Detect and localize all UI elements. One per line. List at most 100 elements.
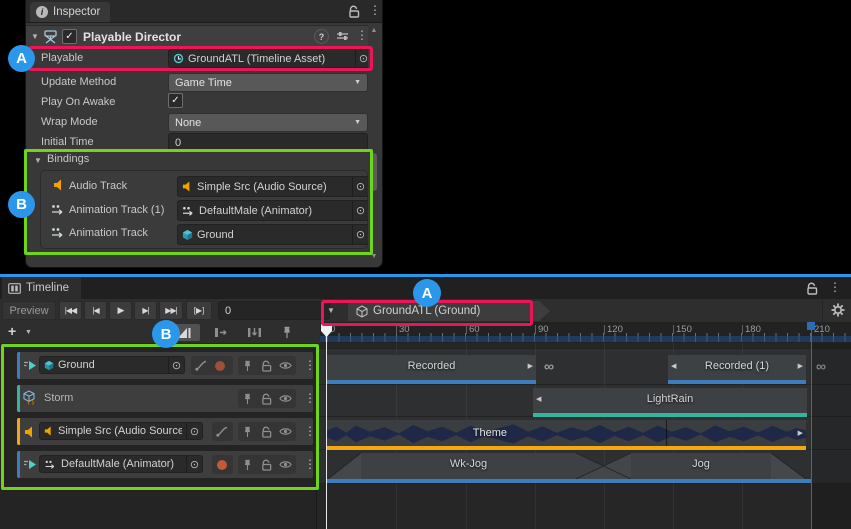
ease-in-ramp[interactable] [328,453,361,479]
screenshot-root: i Inspector ⋮ ▼ ✓ Playable Director ? ⋮ [0,0,851,529]
ripple-mode-icon [214,327,229,338]
frame-value: 0 [225,305,231,317]
ruler-label: 210 [814,324,830,335]
clip-type-color [327,446,806,450]
clip-label: Recorded (1) [668,360,806,372]
clip-label: Recorded [327,360,536,372]
lock-icon[interactable] [348,5,360,18]
ease-out-ramp[interactable] [771,453,806,479]
pin-icon [282,326,292,339]
inspector-tab-bar: i Inspector ⋮ [26,0,382,23]
component-kebab-icon[interactable]: ⋮ [356,29,368,41]
ruler-tick [535,325,536,334]
ruler-label: 150 [676,324,692,335]
timeline-window: Timeline ⋮ Preview |◀◀ |◀ ▶ ▶| ▶▶| [▶] 0… [0,274,851,529]
ruler-tick [396,325,397,334]
replace-mode-button[interactable] [240,324,268,341]
callout-a-badge: A [8,45,35,72]
tab-timeline[interactable]: Timeline [2,277,81,299]
timeline-end-line [811,322,812,529]
playable-director-header[interactable]: ▼ ✓ Playable Director ? ⋮ [26,25,371,48]
menu-kebab-icon[interactable]: ⋮ [829,281,841,293]
update-method-dropdown[interactable]: Game Time ▼ [168,73,368,92]
play-button[interactable]: ▶ [109,301,132,320]
wrap-mode-dropdown[interactable]: None ▼ [168,113,368,132]
clip-recorded-1[interactable]: Recorded (1) ◀ ▶ [668,355,806,384]
update-method-value: Game Time [175,77,232,89]
tab-inspector[interactable]: i Inspector [30,2,110,22]
help-icon[interactable]: ? [314,29,329,44]
clips-area: Recorded ▶ ∞ Recorded (1) ◀ ▶ ∞ LightRai… [316,343,851,529]
settings-button[interactable] [822,299,851,321]
callout-b-badge: B [8,191,35,218]
ripple-mode-button[interactable] [206,324,236,341]
play-range-icon: [▶] [194,306,205,315]
playhead-line[interactable] [326,336,327,529]
component-enabled-checkbox[interactable]: ✓ [62,29,77,44]
clip-type-color [668,380,806,384]
playable-director-icon [43,29,58,44]
initial-time-label: Initial Time [41,136,94,148]
play-on-awake-label: Play On Awake [41,96,115,108]
info-icon: i [36,6,48,18]
clip-out-handle[interactable]: ▶ [528,362,533,370]
component-title: Playable Director [83,30,181,44]
ruler-label: 90 [538,324,549,335]
initial-time-value: 0 [175,137,181,149]
add-track-button[interactable]: + [8,323,16,339]
callout-a-badge: A [413,279,441,307]
clip-jog[interactable]: Jog [631,453,771,479]
skip-start-icon: |◀◀ [65,306,76,315]
goto-start-button[interactable]: |◀◀ [59,301,82,320]
clip-in-handle[interactable]: ◀ [536,395,541,403]
ruler-label: 120 [607,324,623,335]
clip-out-handle[interactable]: ▶ [798,429,803,437]
callout-b-highlight-box [1,344,319,490]
ruler-range-band [320,336,851,342]
play-icon: ▶ [118,305,124,316]
clip-type-color [327,479,811,483]
foldout-icon[interactable]: ▼ [31,32,39,41]
update-method-label: Update Method [41,76,116,88]
next-frame-button[interactable]: ▶| [134,301,157,320]
dropdown-arrow-icon: ▼ [354,119,361,126]
previous-frame-button[interactable]: |◀ [84,301,107,320]
replace-mode-icon [247,327,262,338]
clip-recorded[interactable]: Recorded ▶ [327,355,536,384]
dropdown-arrow-icon: ▼ [354,79,361,86]
scroll-up-icon[interactable]: ▲ [370,27,378,34]
goto-end-button[interactable]: ▶▶| [159,301,183,320]
lock-icon[interactable] [806,282,818,295]
out-of-range-shade [812,343,851,529]
clip-wkjog[interactable]: Wk-Jog [361,453,576,479]
ruler-tick [466,325,467,334]
clip-label: Jog [631,458,771,470]
clip-label: Wk-Jog [361,458,576,470]
step-back-icon: |◀ [92,306,98,315]
clip-lightrain[interactable]: LightRain ◀ [533,388,807,417]
clip-type-color [533,413,807,417]
inspector-tab-label: Inspector [53,6,100,18]
clip-out-handle[interactable]: ▶ [798,362,803,370]
frame-field[interactable]: 0 [218,301,330,320]
ruler-tick [604,325,605,334]
callout-b-badge: B [152,320,180,348]
step-forward-icon: ▶| [142,306,148,315]
clip-theme[interactable]: Theme ▶ [327,420,806,450]
add-track-arrow-icon[interactable]: ▼ [25,329,32,336]
play-range-button[interactable]: [▶] [186,301,212,320]
menu-kebab-icon[interactable]: ⋮ [369,4,381,16]
clip-label: Theme [316,427,806,439]
skip-end-icon: ▶▶| [165,306,176,315]
preview-label: Preview [9,305,48,317]
preview-button[interactable]: Preview [2,301,56,320]
play-on-awake-checkbox[interactable]: ✓ [168,93,183,108]
crossfade[interactable] [576,453,631,479]
callout-a-highlight-box [28,46,373,71]
marker-pin-button[interactable] [276,324,298,341]
clip-in-handle[interactable]: ◀ [671,362,676,370]
ruler-tick [673,325,674,334]
wrap-mode-value: None [175,117,201,129]
presets-icon[interactable] [336,30,349,42]
ruler-tick [742,325,743,334]
